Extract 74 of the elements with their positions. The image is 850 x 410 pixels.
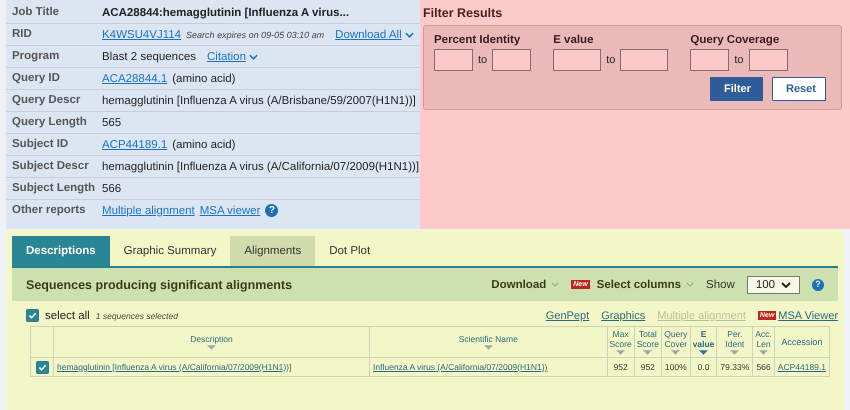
reset-button[interactable]: Reset xyxy=(772,77,826,101)
link[interactable]: ACP44189.1 xyxy=(102,138,168,150)
field-label: RID xyxy=(12,28,33,41)
field-label: Job Title xyxy=(12,6,60,19)
field-value: 565 xyxy=(102,116,122,128)
filter-label: Percent Identity xyxy=(434,34,522,46)
table-cell: 566 xyxy=(756,362,771,372)
table-cell: 952 xyxy=(640,362,655,372)
filter-label: E value xyxy=(553,34,594,46)
select-all-label: select all xyxy=(45,310,90,322)
results-title: Sequences producing significant alignments xyxy=(26,278,292,292)
tab[interactable]: Descriptions xyxy=(12,236,110,266)
show-label: Show xyxy=(706,278,735,290)
range-min-field[interactable] xyxy=(553,49,602,71)
selection-count: 1 sequences selected xyxy=(96,310,178,320)
filter-button[interactable]: Filter xyxy=(710,77,763,101)
sort-arrow-icon[interactable] xyxy=(699,350,708,355)
field-value: Blast 2 sequences xyxy=(102,50,196,62)
link[interactable]: ACA28844.1 xyxy=(102,72,168,84)
link[interactable]: Graphics xyxy=(601,310,646,322)
field-value: hemagglutinin [Influenza A virus (A/California/07/2009(H1N1))] xyxy=(102,160,420,172)
sort-arrow-icon[interactable] xyxy=(616,350,626,355)
sort-arrow-icon[interactable] xyxy=(671,350,680,355)
link[interactable]: MSA viewer xyxy=(200,204,260,216)
tab[interactable]: Dot Plot xyxy=(315,236,384,266)
range-min-field[interactable] xyxy=(434,49,473,71)
range-min-field[interactable] xyxy=(690,49,730,71)
field-value: 566 xyxy=(102,182,122,194)
help-icon[interactable]: ? xyxy=(265,204,278,217)
table-cell: 952 xyxy=(614,362,628,372)
field-label: Program xyxy=(12,50,60,63)
expiry-note: Search expires on 09-05 03:10 am xyxy=(186,30,324,40)
range-separator: to xyxy=(734,54,744,66)
sort-arrow-icon[interactable] xyxy=(730,350,740,355)
sort-arrow-icon[interactable] xyxy=(643,350,652,355)
job-title: ACA28844:hemagglutinin [Influenza A virus... xyxy=(102,6,350,18)
sort-arrow-icon[interactable] xyxy=(207,345,216,350)
field-label: Query Length xyxy=(12,116,88,129)
sort-arrow-icon[interactable] xyxy=(484,345,493,350)
dropdown-link[interactable]: Citation xyxy=(206,50,246,62)
field-label: Other reports xyxy=(12,204,86,217)
link[interactable]: GenPept xyxy=(546,310,590,322)
range-max-field[interactable] xyxy=(620,49,668,71)
range-separator: to xyxy=(478,54,488,66)
row-checkbox[interactable] xyxy=(36,360,48,374)
field-value: hemagglutinin [Influenza A virus (A/Brisbane/59/2007(H1N1))] xyxy=(102,94,416,106)
range-max-field[interactable] xyxy=(492,49,532,71)
tab[interactable]: Graphic Summary xyxy=(110,236,230,266)
tab[interactable]: Alignments xyxy=(230,236,316,266)
field-label: Query ID xyxy=(12,72,61,85)
field-label: Subject Descr xyxy=(12,160,90,173)
dropdown-menu[interactable]: Download xyxy=(491,278,546,290)
table-cell: 100% xyxy=(664,362,687,372)
dropdown-menu[interactable]: Select columns xyxy=(596,278,682,290)
field-label: Subject ID xyxy=(12,138,70,151)
table-cell: 79.33% xyxy=(720,362,750,372)
select-all-checkbox[interactable] xyxy=(26,309,39,322)
link[interactable]: MSA Viewer xyxy=(778,310,838,322)
table-cell: 0.0 xyxy=(698,362,710,372)
help-icon[interactable]: ? xyxy=(812,278,824,290)
filter-label: Query Coverage xyxy=(690,34,780,46)
chevron-down-icon[interactable] xyxy=(781,282,791,288)
field-label: Query Descr xyxy=(12,94,82,107)
link[interactable]: Multiple alignment xyxy=(102,204,195,216)
field-value: (amino acid) xyxy=(172,72,236,84)
dropdown-link[interactable]: Download All xyxy=(335,28,402,40)
range-max-field[interactable] xyxy=(748,49,788,71)
range-separator: to xyxy=(606,54,616,66)
field-value: (amino acid) xyxy=(172,138,236,150)
page-size-select[interactable]: 100 xyxy=(746,276,800,294)
filter-title: Filter Results xyxy=(423,6,502,20)
field-label: Subject Length xyxy=(12,182,96,195)
sort-arrow-icon[interactable] xyxy=(759,350,768,355)
link[interactable]: K4WSU4VJ114 xyxy=(102,28,182,40)
